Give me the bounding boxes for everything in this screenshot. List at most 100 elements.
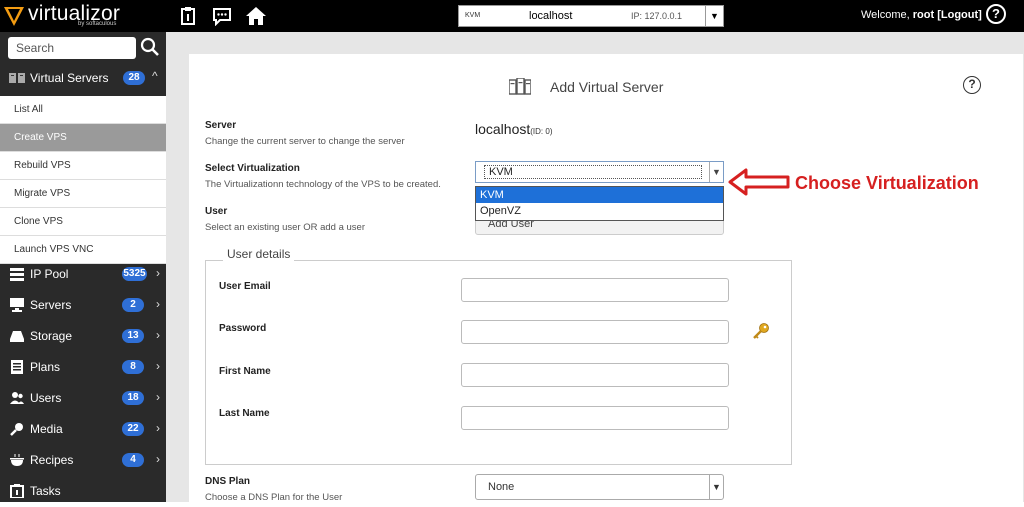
first-name-input[interactable]	[461, 363, 729, 387]
sidebar-item-tasks[interactable]: Tasks	[0, 476, 166, 507]
sidebar: Search Virtual Servers 28 ^ List All Cre…	[0, 32, 166, 502]
dns-plan-label: DNS Plan	[205, 476, 251, 487]
sidebar-item-label: Tasks	[30, 484, 61, 498]
servers-icon	[10, 298, 24, 312]
user-email-label: User Email	[219, 281, 271, 292]
home-icon[interactable]	[246, 6, 266, 26]
chevron-right-icon: ›	[156, 452, 160, 466]
sidebar-item-plans[interactable]: Plans 8 ›	[0, 352, 166, 383]
chevron-right-icon: ›	[156, 359, 160, 373]
sidebar-item-label: Media	[30, 422, 63, 436]
submenu-migrate-vps[interactable]: Migrate VPS	[0, 180, 166, 208]
count-badge: 18	[122, 391, 144, 405]
virtualization-label: Select Virtualization	[205, 163, 300, 174]
user-details-legend: User details	[223, 247, 295, 261]
first-name-label: First Name	[219, 366, 271, 377]
sidebar-item-label: Recipes	[30, 453, 74, 467]
server-type-logo: KVM	[465, 12, 481, 19]
virtualization-select-value: KVM	[484, 165, 702, 179]
user-desc: Select an existing user OR add a user	[205, 222, 366, 233]
last-name-label: Last Name	[219, 408, 270, 419]
server-name: localhost	[475, 121, 531, 137]
password-label: Password	[219, 323, 267, 334]
option-openvz[interactable]: OpenVZ	[476, 203, 723, 219]
sidebar-item-users[interactable]: Users 18 ›	[0, 383, 166, 414]
virtual-servers-icon	[9, 73, 25, 83]
username: root	[912, 9, 935, 21]
virtualization-desc: The Virtualizationn technology of the VP…	[205, 179, 441, 190]
help-icon[interactable]: ?	[986, 4, 1006, 24]
sidebar-item-label: Users	[30, 391, 62, 405]
count-badge: 13	[122, 329, 144, 343]
dns-plan-select[interactable]: None ▼	[475, 474, 724, 500]
virtualization-select[interactable]: KVM ▼	[475, 161, 724, 183]
user-label: User	[205, 206, 228, 217]
sidebar-item-label: Plans	[30, 360, 61, 374]
chevron-right-icon: ›	[156, 328, 160, 342]
virtualization-dropdown-list: KVM OpenVZ	[475, 186, 724, 221]
sidebar-item-ip-pool[interactable]: IP Pool 5325 ›	[0, 259, 166, 290]
virtual-servers-submenu: List All Create VPS Rebuild VPS Migrate …	[0, 96, 166, 264]
virtual-server-icon	[509, 78, 531, 95]
server-id: (ID: 0)	[530, 127, 553, 136]
option-kvm[interactable]: KVM	[476, 187, 723, 203]
app-sub: by softaculous	[78, 21, 117, 27]
logout-link[interactable]: [Logout]	[937, 9, 982, 21]
welcome-text: Welcome, root [Logout]	[861, 9, 982, 21]
server-desc: Change the current server to change the …	[205, 136, 405, 147]
sidebar-item-recipes[interactable]: Recipes 4 ›	[0, 445, 166, 476]
chat-icon[interactable]	[212, 6, 232, 27]
count-badge: 5325	[122, 267, 147, 281]
submenu-rebuild-vps[interactable]: Rebuild VPS	[0, 152, 166, 180]
count-badge: 28	[123, 71, 145, 85]
server-label: Server	[205, 120, 237, 131]
key-icon[interactable]	[752, 322, 770, 340]
search-icon[interactable]	[140, 37, 160, 57]
annotation-arrow-icon	[728, 168, 790, 196]
chevron-down-icon: ▼	[709, 162, 723, 182]
chevron-up-icon: ^	[152, 69, 158, 83]
help-icon[interactable]: ?	[963, 76, 981, 94]
count-badge: 8	[122, 360, 144, 374]
clipboard-icon[interactable]	[178, 6, 198, 26]
server-ip: IP: 127.0.0.1	[631, 11, 683, 21]
dns-plan-value: None	[488, 481, 515, 493]
chevron-right-icon: ›	[156, 390, 160, 404]
main-content: Add Virtual Server ? Server Change the c…	[166, 32, 1024, 503]
annotation-text: Choose Virtualization	[795, 173, 979, 193]
tasks-icon	[10, 484, 24, 498]
sidebar-item-label: Servers	[30, 298, 72, 312]
sidebar-item-media[interactable]: Media 22 ›	[0, 414, 166, 445]
count-badge: 22	[122, 422, 144, 436]
plans-icon	[11, 360, 23, 374]
top-icons	[178, 6, 266, 27]
password-input[interactable]	[461, 320, 729, 344]
logo-mark-icon	[4, 7, 24, 26]
sidebar-item-servers[interactable]: Servers 2 ›	[0, 290, 166, 321]
users-icon	[10, 392, 24, 404]
chevron-right-icon: ›	[156, 297, 160, 311]
media-icon	[10, 423, 23, 436]
submenu-create-vps[interactable]: Create VPS	[0, 124, 166, 152]
last-name-input[interactable]	[461, 406, 729, 430]
sidebar-item-storage[interactable]: Storage 13 ›	[0, 321, 166, 352]
search-input[interactable]: Search	[8, 37, 136, 59]
count-badge: 4	[122, 453, 144, 467]
submenu-clone-vps[interactable]: Clone VPS	[0, 208, 166, 236]
chevron-down-icon: ▼	[709, 475, 723, 499]
server-switcher[interactable]: KVM localhost IP: 127.0.0.1 ▼	[458, 5, 724, 27]
page-title: Add Virtual Server	[550, 79, 664, 95]
ip-pool-icon	[10, 268, 24, 281]
server-value: localhost(ID: 0)	[475, 121, 553, 137]
sidebar-item-virtual-servers[interactable]: Virtual Servers 28 ^	[0, 64, 166, 92]
submenu-list-all[interactable]: List All	[0, 96, 166, 124]
storage-icon	[10, 331, 24, 342]
welcome-prefix: Welcome,	[861, 9, 910, 21]
sidebar-item-label: Virtual Servers	[30, 71, 109, 85]
user-email-input[interactable]	[461, 278, 729, 302]
count-badge: 2	[122, 298, 144, 312]
form-panel: Add Virtual Server ? Server Change the c…	[189, 54, 1023, 503]
recipes-icon	[10, 454, 24, 466]
chevron-right-icon: ›	[156, 421, 160, 435]
sidebar-item-label: Storage	[30, 329, 73, 343]
